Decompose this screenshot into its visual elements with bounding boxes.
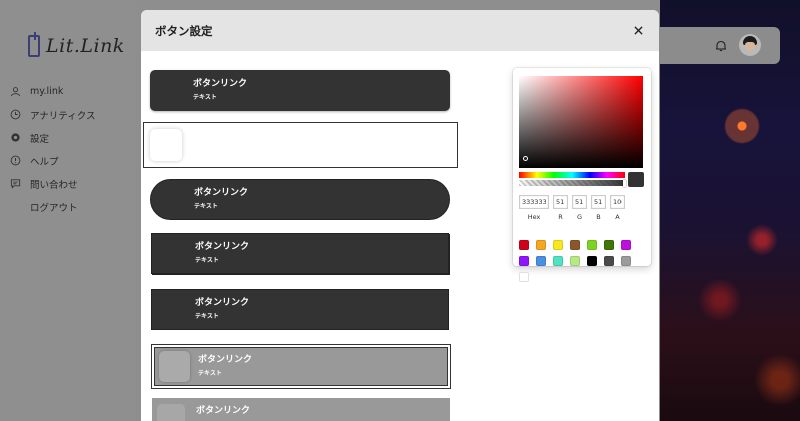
option-thumbnail	[150, 129, 182, 161]
option-text: ボタンリンク テキスト	[198, 354, 252, 379]
option-thumbnail	[157, 404, 185, 421]
field-label: R	[558, 213, 563, 221]
preset-color-swatch[interactable]	[570, 256, 580, 266]
preset-color-swatch[interactable]	[553, 256, 563, 266]
alpha-slider-handle[interactable]	[623, 180, 626, 187]
button-style-option-4[interactable]: ボタンリンク テキスト	[151, 233, 449, 274]
preset-color-swatch[interactable]	[587, 256, 597, 266]
preset-color-swatch[interactable]	[553, 240, 563, 250]
preset-color-swatch[interactable]	[519, 240, 529, 250]
preset-color-swatch[interactable]	[604, 256, 614, 266]
hex-field: Hex	[519, 195, 549, 221]
option-thumbnail	[159, 351, 190, 382]
option-text: ボタンリンク テキスト	[194, 187, 248, 212]
option-subtitle: テキスト	[193, 94, 217, 101]
current-color-swatch	[628, 172, 644, 187]
button-style-option-7[interactable]: ボタンリンク	[152, 398, 450, 421]
preset-color-swatch[interactable]	[536, 240, 546, 250]
message-icon	[10, 178, 21, 189]
red-input[interactable]	[553, 195, 568, 209]
button-style-option-5[interactable]: ボタンリンク テキスト	[151, 289, 449, 330]
sidebar-item-label: my.link	[30, 86, 64, 97]
help-icon	[10, 155, 21, 166]
sidebar-item-label: 問い合わせ	[30, 179, 78, 191]
avatar[interactable]	[739, 34, 761, 56]
button-style-option-2[interactable]	[143, 122, 458, 168]
button-style-option-1[interactable]: ボタンリンク テキスト	[150, 70, 450, 111]
button-style-option-6[interactable]: ボタンリンク テキスト	[151, 344, 451, 389]
blue-input[interactable]	[591, 195, 606, 209]
field-label: A	[615, 213, 620, 221]
sidebar-item-logout[interactable]: ログアウト	[10, 195, 95, 218]
option-title: ボタンリンク	[194, 188, 249, 198]
sidebar: Lit.Link my.link アナリティクス 設定 ヘルプ 問い合わせ ログ…	[0, 0, 135, 421]
option-text: ボタンリンク	[196, 405, 250, 417]
logo-mark-icon	[28, 32, 40, 57]
option-title: ボタンリンク	[195, 298, 250, 308]
button-settings-modal: ボタン設定 ボタンリンク テキスト ボタンリンク テキスト ボタンリンク テキス…	[141, 10, 659, 421]
option-title: ボタンリンク	[196, 406, 251, 416]
gear-icon	[10, 132, 21, 143]
blue-field: B	[591, 195, 606, 221]
preset-color-swatch[interactable]	[519, 256, 529, 266]
user-icon	[10, 86, 21, 97]
option-title: ボタンリンク	[195, 242, 250, 252]
alpha-input[interactable]	[610, 195, 625, 209]
modal-title: ボタン設定	[155, 23, 213, 38]
bell-icon[interactable]	[714, 38, 728, 52]
sidebar-item-analytics[interactable]: アナリティクス	[10, 103, 95, 126]
field-label: B	[596, 213, 601, 221]
saturation-value-area[interactable]	[519, 76, 643, 168]
sidebar-item-help[interactable]: ヘルプ	[10, 149, 95, 172]
field-label: Hex	[527, 213, 541, 221]
preset-color-swatch[interactable]	[621, 240, 631, 250]
option-text: ボタンリンク テキスト	[195, 297, 249, 322]
sidebar-item-label: 設定	[30, 133, 50, 145]
red-field: R	[553, 195, 568, 221]
color-picker: Hex R G B A	[513, 68, 651, 282]
option-subtitle: テキスト	[195, 313, 219, 320]
preset-color-swatch[interactable]	[536, 256, 546, 266]
sidebar-item-label: ログアウト	[30, 202, 78, 214]
field-label: G	[576, 213, 583, 221]
green-field: G	[572, 195, 587, 221]
saturation-cursor[interactable]	[523, 156, 528, 161]
modal-header: ボタン設定	[141, 10, 659, 51]
hex-input[interactable]	[519, 195, 549, 209]
option-subtitle: テキスト	[195, 257, 219, 264]
preset-color-swatch[interactable]	[604, 240, 614, 250]
clock-icon	[10, 109, 21, 120]
preset-color-swatch[interactable]	[519, 272, 529, 282]
logo-text: Lit.Link	[46, 35, 125, 57]
button-style-option-3[interactable]: ボタンリンク テキスト	[150, 179, 450, 220]
preset-color-swatch[interactable]	[621, 256, 631, 266]
sidebar-item-my-link[interactable]: my.link	[10, 80, 95, 103]
option-title: ボタンリンク	[193, 79, 248, 89]
option-title: ボタンリンク	[198, 355, 253, 365]
green-input[interactable]	[572, 195, 587, 209]
option-subtitle: テキスト	[194, 203, 218, 210]
color-inputs: Hex R G B A	[519, 195, 645, 221]
preset-color-swatch[interactable]	[570, 240, 580, 250]
close-icon[interactable]	[631, 24, 645, 38]
option-text: ボタンリンク テキスト	[195, 241, 249, 266]
sidebar-item-label: ヘルプ	[30, 156, 59, 168]
preset-colors	[519, 240, 647, 282]
sidebar-item-label: アナリティクス	[30, 110, 96, 122]
hue-slider[interactable]	[519, 172, 625, 178]
sidebar-item-contact[interactable]: 問い合わせ	[10, 172, 95, 195]
alpha-field: A	[610, 195, 625, 221]
option-subtitle: テキスト	[198, 370, 222, 377]
sidebar-item-settings[interactable]: 設定	[10, 126, 95, 149]
sidebar-nav: my.link アナリティクス 設定 ヘルプ 問い合わせ ログアウト	[10, 80, 95, 218]
option-text: ボタンリンク テキスト	[193, 78, 247, 103]
logo[interactable]: Lit.Link	[28, 32, 125, 60]
alpha-slider[interactable]	[519, 180, 625, 186]
preset-color-swatch[interactable]	[587, 240, 597, 250]
